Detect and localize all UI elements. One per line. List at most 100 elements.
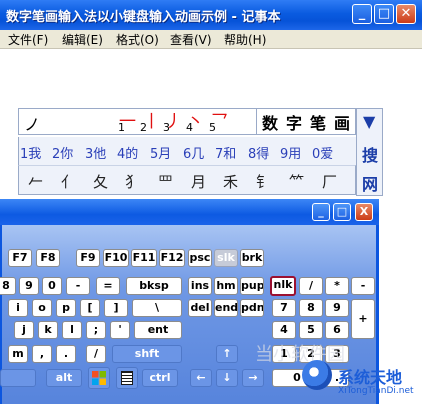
key-menu[interactable] <box>116 367 138 389</box>
maximize-button[interactable]: □ <box>374 4 394 24</box>
key-minus[interactable]: - <box>66 277 90 295</box>
candidate-item[interactable]: 8得 <box>248 143 269 162</box>
menu-bar: 文件(F) 编辑(E) 格式(O) 查看(V) 帮助(H) <box>0 30 422 49</box>
candidate-item[interactable]: 9用 <box>280 143 301 162</box>
menu-format[interactable]: 格式(O) <box>116 31 159 48</box>
close-icon: X <box>359 205 369 218</box>
key-pgdn[interactable]: pdn <box>240 299 264 317</box>
key-m[interactable]: m <box>8 345 28 363</box>
candidate-item[interactable]: 7和 <box>215 143 236 162</box>
menu-view[interactable]: 查看(V) <box>170 31 212 48</box>
menu-edit[interactable]: 编辑(E) <box>62 31 103 48</box>
radical-item[interactable]: ⺮ <box>289 171 304 192</box>
menu-help[interactable]: 帮助(H) <box>224 31 266 48</box>
key-num-9[interactable]: 9 <box>325 299 349 317</box>
key-f11[interactable]: F11 <box>131 249 157 267</box>
row-divider <box>256 109 257 134</box>
key-8[interactable]: 8 <box>0 277 16 295</box>
key-numlock[interactable]: nlk <box>270 276 296 296</box>
stroke-num-3: 3 <box>163 121 170 134</box>
keyboard-titlebar[interactable]: _ □ X <box>0 199 379 225</box>
candidate-item[interactable]: 3他 <box>85 143 106 162</box>
key-j[interactable]: j <box>14 321 34 339</box>
key-num-plus[interactable]: + <box>351 299 375 339</box>
key-brk[interactable]: brk <box>240 249 264 267</box>
search-char-button[interactable]: 搜 <box>362 142 378 166</box>
key-backspace[interactable]: bksp <box>126 277 182 295</box>
key-f9[interactable]: F9 <box>76 249 100 267</box>
menu-file[interactable]: 文件(F) <box>8 31 48 48</box>
key-f8[interactable]: F8 <box>36 249 60 267</box>
key-period[interactable]: . <box>56 345 76 363</box>
watermark-text: 系统天地 <box>338 368 403 387</box>
key-equals[interactable]: = <box>96 277 120 295</box>
key-blank[interactable] <box>0 369 36 387</box>
key-num-5[interactable]: 5 <box>299 321 323 339</box>
key-num-divide[interactable]: / <box>299 277 323 295</box>
key-9[interactable]: 9 <box>19 277 39 295</box>
key-alt[interactable]: alt <box>46 369 82 387</box>
minimize-button[interactable]: _ <box>352 4 372 24</box>
radical-row: 𠂉 亻 夂 犭 罒 月 禾 钅 ⺮ 厂 <box>18 165 356 195</box>
key-right-arrow[interactable]: → <box>242 369 264 387</box>
candidate-item[interactable]: 2你 <box>52 143 73 162</box>
key-end[interactable]: end <box>214 299 238 317</box>
radical-item[interactable]: 禾 <box>223 171 238 192</box>
radical-item[interactable]: 钅 <box>256 171 271 192</box>
radical-item[interactable]: 亻 <box>61 171 76 192</box>
key-slash[interactable]: / <box>86 345 106 363</box>
candidate-item[interactable]: 5月 <box>150 143 171 162</box>
key-f10[interactable]: F10 <box>103 249 129 267</box>
key-num-8[interactable]: 8 <box>299 299 323 317</box>
key-num-7[interactable]: 7 <box>272 299 296 317</box>
key-f12[interactable]: F12 <box>159 249 185 267</box>
key-i[interactable]: i <box>8 299 28 317</box>
key-num-minus[interactable]: - <box>351 277 375 295</box>
key-ctrl[interactable]: ctrl <box>142 369 178 387</box>
key-del[interactable]: del <box>188 299 212 317</box>
radical-item[interactable]: 𠂉 <box>28 171 43 192</box>
web-char-button[interactable]: 网 <box>362 171 378 195</box>
key-backslash[interactable]: \ <box>132 299 182 317</box>
candidate-item[interactable]: 0爱 <box>312 143 333 162</box>
candidate-item[interactable]: 6几 <box>183 143 204 162</box>
dropdown-arrow-icon[interactable]: ▼ <box>363 112 375 131</box>
key-k[interactable]: k <box>38 321 58 339</box>
candidate-item[interactable]: 1我 <box>20 143 41 162</box>
key-down-arrow[interactable]: ↓ <box>216 369 238 387</box>
key-o[interactable]: o <box>32 299 52 317</box>
key-f7[interactable]: F7 <box>8 249 32 267</box>
radical-item[interactable]: 犭 <box>125 171 140 192</box>
key-enter[interactable]: ent <box>134 321 182 339</box>
key-quote[interactable]: ' <box>110 321 130 339</box>
key-psc[interactable]: psc <box>188 249 212 267</box>
key-up-arrow[interactable]: ↑ <box>216 345 238 363</box>
key-ins[interactable]: ins <box>188 277 212 295</box>
key-slk[interactable]: slk <box>214 249 238 267</box>
key-windows[interactable] <box>88 367 110 389</box>
key-num-6[interactable]: 6 <box>325 321 349 339</box>
radical-item[interactable]: 厂 <box>322 171 337 192</box>
radical-item[interactable]: 罒 <box>158 171 173 192</box>
key-l[interactable]: l <box>62 321 82 339</box>
key-rbracket[interactable]: ] <box>104 299 128 317</box>
radical-item[interactable]: 夂 <box>93 171 108 192</box>
key-left-arrow[interactable]: ← <box>190 369 212 387</box>
key-home[interactable]: hm <box>214 277 238 295</box>
key-num-4[interactable]: 4 <box>272 321 296 339</box>
key-0[interactable]: 0 <box>42 277 62 295</box>
key-p[interactable]: p <box>56 299 76 317</box>
key-num-multiply[interactable]: * <box>325 277 349 295</box>
radical-item[interactable]: 月 <box>191 171 206 192</box>
key-shift[interactable]: shft <box>112 345 182 363</box>
keyboard-close-button[interactable]: X <box>355 203 373 221</box>
close-button[interactable]: ✕ <box>396 4 416 24</box>
key-comma[interactable]: , <box>32 345 52 363</box>
key-pgup[interactable]: pup <box>240 277 264 295</box>
candidate-item[interactable]: 4的 <box>117 143 138 162</box>
keyboard-minimize-button[interactable]: _ <box>312 203 330 221</box>
keyboard-maximize-button[interactable]: □ <box>333 203 351 221</box>
key-semicolon[interactable]: ; <box>86 321 106 339</box>
key-lbracket[interactable]: [ <box>80 299 100 317</box>
notepad-titlebar[interactable]: 数字笔画输入法以小键盘输入动画示例 - 记事本 _ □ ✕ <box>0 0 422 30</box>
